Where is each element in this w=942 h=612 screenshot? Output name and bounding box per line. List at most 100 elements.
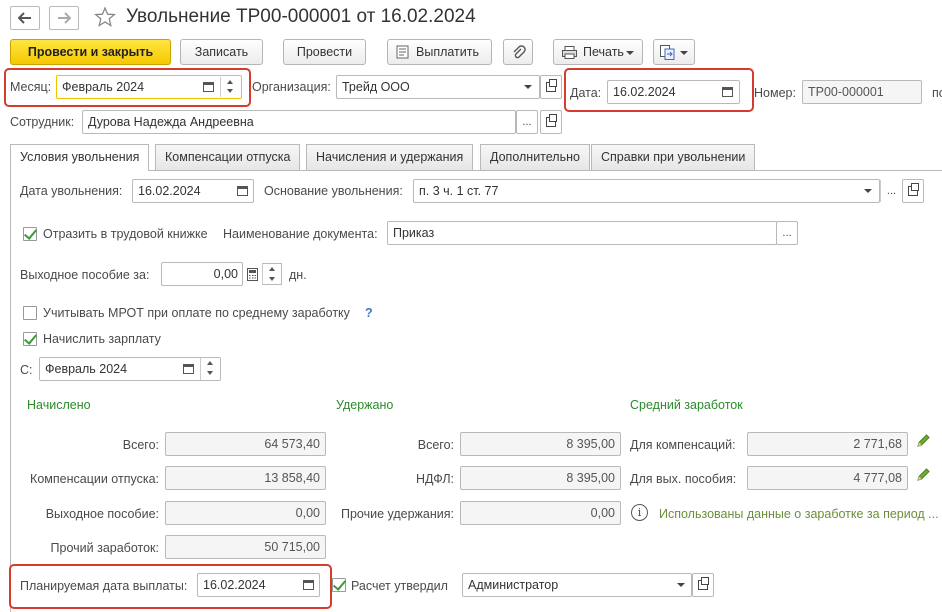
workbook-label: Отразить в трудовой книжке <box>43 227 208 241</box>
severance-days-label: Выходное пособие за: <box>20 268 150 282</box>
dismissal-basis-input[interactable]: п. 3 ч. 1 ст. 77 <box>413 179 880 203</box>
from-month-stepper[interactable] <box>200 358 220 380</box>
pay-label: Выплатить <box>416 45 480 59</box>
withheld-ndfl-label: НДФЛ: <box>416 472 454 486</box>
create-based-on-icon <box>660 45 675 60</box>
planned-date-label: Планируемая дата выплаты: <box>20 579 188 593</box>
dismissal-basis-label: Основание увольнения: <box>264 184 403 198</box>
chevron-down-icon[interactable] <box>860 180 876 202</box>
average-comp-value[interactable]: 2 771,68 <box>747 432 908 456</box>
post-and-close-button[interactable]: Провести и закрыть <box>10 39 171 65</box>
doc-name-select-button[interactable]: ... <box>776 221 798 245</box>
pay-button[interactable]: Выплатить <box>387 39 492 65</box>
forward-button[interactable] <box>49 6 79 30</box>
printer-icon <box>562 46 577 59</box>
tab-additional[interactable]: Дополнительно <box>480 144 590 170</box>
average-info-link[interactable]: Использованы данные о заработке за перио… <box>659 507 942 521</box>
mrot-label: Учитывать МРОТ при оплате по среднему за… <box>43 306 350 320</box>
accrue-salary-label: Начислить зарплату <box>43 332 161 346</box>
workbook-checkbox[interactable] <box>23 227 37 241</box>
accrued-total-value[interactable]: 64 573,40 <box>165 432 326 456</box>
withheld-total-label: Всего: <box>417 438 454 452</box>
mrot-help-icon[interactable]: ? <box>365 306 373 320</box>
chevron-down-icon <box>680 51 688 55</box>
from-label: С: <box>20 363 33 377</box>
open-icon <box>908 183 919 196</box>
back-button[interactable] <box>10 6 40 30</box>
arrow-right-icon <box>58 12 71 24</box>
approved-label: Расчет утвердил <box>351 579 448 593</box>
withheld-ndfl-value[interactable]: 8 395,00 <box>460 466 621 490</box>
accrued-vacation-value[interactable]: 13 858,40 <box>165 466 326 490</box>
attach-button[interactable] <box>503 39 533 65</box>
tab-accruals-deductions[interactable]: Начисления и удержания <box>306 144 474 170</box>
employee-label: Сотрудник: <box>10 115 75 129</box>
tab-certificates[interactable]: Справки при увольнении <box>591 144 756 170</box>
severance-days-input[interactable]: 0,00 <box>161 262 243 286</box>
calendar-icon[interactable] <box>718 81 736 103</box>
info-icon: i <box>631 504 648 521</box>
ellipsis-icon: ... <box>782 227 792 239</box>
employee-input[interactable]: Дурова Надежда Андреевна <box>82 110 516 134</box>
create-based-on-button[interactable] <box>653 39 695 65</box>
date-label: Дата: <box>570 86 602 100</box>
open-icon <box>698 577 709 590</box>
calculator-icon[interactable] <box>243 263 261 285</box>
document-icon <box>396 45 409 59</box>
calendar-icon[interactable] <box>179 358 197 380</box>
print-label: Печать <box>583 45 624 59</box>
ellipsis-icon: ... <box>886 185 897 197</box>
tab-vacation-compensation[interactable]: Компенсации отпуска <box>155 144 301 170</box>
withheld-other-label: Прочие удержания: <box>340 507 454 521</box>
number-input[interactable]: ТР00-000001 <box>802 80 922 104</box>
number-label: Номер: <box>754 86 796 100</box>
doc-name-label: Наименование документа: <box>223 227 378 241</box>
employee-select-button[interactable]: ... <box>516 110 538 134</box>
average-sev-value[interactable]: 4 777,08 <box>747 466 908 490</box>
accrue-salary-checkbox[interactable] <box>23 332 37 346</box>
chevron-down-icon[interactable] <box>520 76 536 98</box>
withheld-total-value[interactable]: 8 395,00 <box>460 432 621 456</box>
accrued-other-label: Прочий заработок: <box>50 541 159 555</box>
employee-open-button[interactable] <box>540 110 562 134</box>
accrued-other-value[interactable]: 50 715,00 <box>165 535 326 559</box>
approved-open-button[interactable] <box>692 573 714 597</box>
mrot-checkbox[interactable] <box>23 306 37 320</box>
approved-input[interactable]: Администратор <box>462 573 692 597</box>
doc-name-input[interactable]: Приказ <box>387 221 777 245</box>
accrued-severance-value[interactable]: 0,00 <box>165 501 326 525</box>
withheld-title: Удержано <box>336 398 394 412</box>
accrued-total-label: Всего: <box>122 438 159 452</box>
dismissal-basis-open-button[interactable] <box>902 179 924 203</box>
tab-dismissal-conditions[interactable]: Условия увольнения <box>10 144 150 171</box>
print-button[interactable]: Печать <box>553 39 643 65</box>
post-button[interactable]: Провести <box>283 39 366 65</box>
calendar-icon[interactable] <box>299 574 317 596</box>
withheld-other-value[interactable]: 0,00 <box>460 501 621 525</box>
month-label: Месяц: <box>10 80 52 94</box>
approved-checkbox[interactable] <box>332 578 346 592</box>
organization-open-button[interactable] <box>540 75 562 99</box>
month-stepper[interactable] <box>220 77 240 97</box>
calendar-icon[interactable] <box>199 76 217 98</box>
open-icon <box>546 114 557 127</box>
dismissal-basis-select-button[interactable]: ... <box>880 180 902 202</box>
save-button[interactable]: Записать <box>180 39 263 65</box>
number-suffix: по <box>932 86 942 100</box>
average-comp-label: Для компенсаций: <box>630 438 736 452</box>
edit-pencil-icon[interactable] <box>916 433 931 451</box>
calendar-icon[interactable] <box>233 180 251 202</box>
accrued-title: Начислено <box>27 398 91 412</box>
window-title: Увольнение ТР00-000001 от 16.02.2024 <box>126 6 476 27</box>
chevron-down-icon[interactable] <box>673 574 689 596</box>
organization-label: Организация: <box>252 80 331 94</box>
ellipsis-icon: ... <box>522 116 532 128</box>
accrued-severance-label: Выходное пособие: <box>45 507 159 521</box>
severance-days-stepper[interactable] <box>262 263 282 285</box>
organization-input[interactable]: Трейд ООО <box>336 75 540 99</box>
favorite-star-icon[interactable] <box>94 6 116 28</box>
average-title: Средний заработок <box>630 398 743 412</box>
edit-pencil-icon[interactable] <box>916 467 931 485</box>
severance-days-unit: дн. <box>289 268 307 282</box>
average-sev-label: Для вых. пособия: <box>630 472 737 486</box>
